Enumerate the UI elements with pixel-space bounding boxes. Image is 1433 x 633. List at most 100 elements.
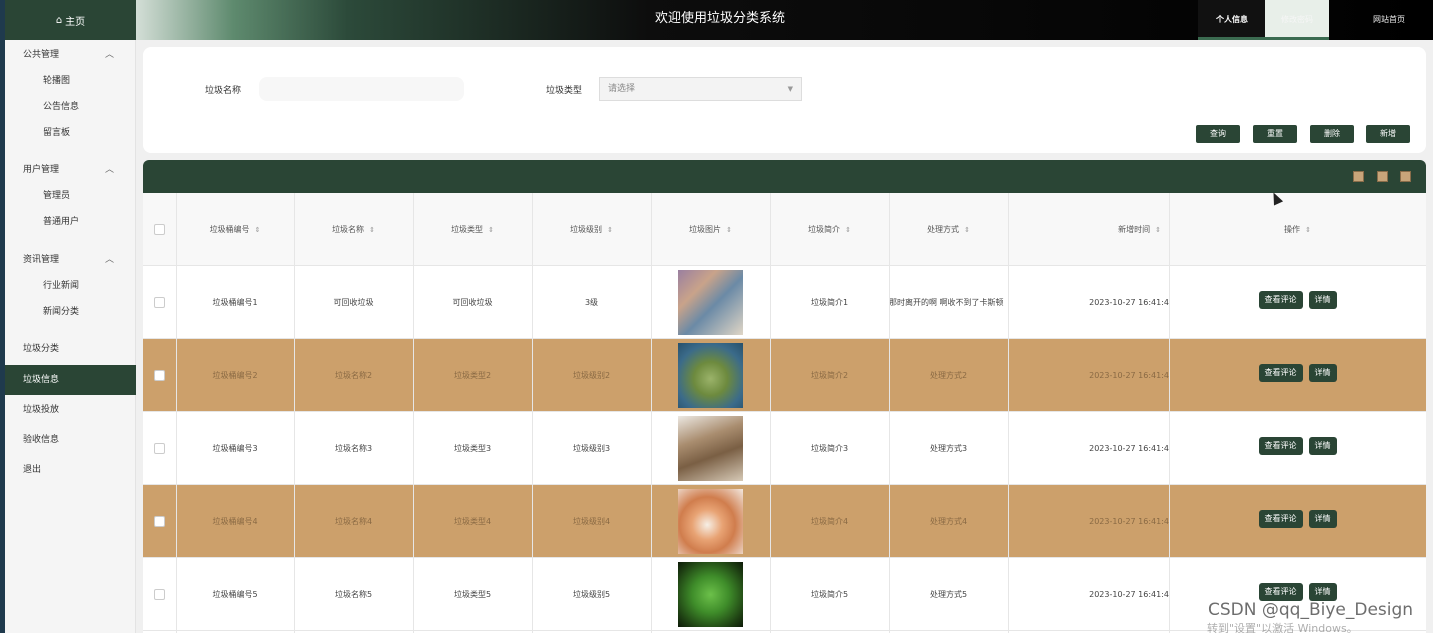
menu-title-news[interactable]: 资讯管理 ︿ [5,247,136,273]
nav-change-password[interactable]: 修改密码 [1265,0,1329,40]
row-checkbox[interactable] [154,589,165,600]
header-label: 垃圾级别 [570,225,603,234]
view-comments-button[interactable]: 查看评论 [1258,291,1303,309]
print-icon[interactable] [1400,171,1411,182]
cell-type: 垃圾类型4 [453,517,492,526]
column-divider [413,193,414,633]
column-divider [651,193,652,633]
cell-method: 那时离开的啊 啊收不到了卡斯顿 [889,298,1004,307]
sidebar-item-news-category[interactable]: 新闻分类 [5,299,136,325]
sidebar-item-garbage-category[interactable]: 垃圾分类 [5,334,136,364]
details-button[interactable]: 详情 [1308,291,1337,309]
view-comments-button[interactable]: 查看评论 [1258,364,1303,382]
row-checkbox-cell [143,266,176,339]
garbage-thumbnail[interactable] [678,270,743,335]
home-icon: ⌂ [55,14,63,26]
home-label: 主页 [65,16,86,28]
delete-button[interactable]: 删除 [1310,125,1354,143]
cell-image [651,558,770,631]
garbage-thumbnail[interactable] [678,562,743,627]
cell-intro: 垃圾简介1 [810,298,849,307]
home-logo[interactable]: ⌂ 主页 [5,0,136,40]
garbage-type-select[interactable]: 请选择 ▼ [599,77,802,101]
data-table: 垃圾桶编号 ⇕ 垃圾名称 ⇕ 垃圾类型 ⇕ 垃圾级别 ⇕ 垃圾图片 ⇕ 垃圾简介 ⇕ 处理方… [143,193,1426,633]
sidebar-item-acceptance[interactable]: 验收信息 [5,425,136,455]
cell-image [651,412,770,485]
sort-icon: ⇕ [254,225,261,234]
add-button[interactable]: 新增 [1366,125,1410,143]
csdn-watermark: CSDN @qq_Biye_Design [1208,600,1414,620]
row-checkbox[interactable] [154,443,165,454]
column-header-time[interactable]: 新增时间 ⇕ [1008,193,1169,266]
column-header-image[interactable]: 垃圾图片 ⇕ [651,193,770,266]
column-header-method[interactable]: 处理方式 ⇕ [889,193,1008,266]
menu-title-label: 用户管理 [23,165,60,175]
row-checkbox-cell [143,558,176,631]
cell-method: 处理方式3 [929,444,968,453]
column-divider [532,193,533,633]
column-filter-icon[interactable] [1353,171,1364,182]
cell-level: 3级 [584,298,599,307]
reset-button[interactable]: 重置 [1253,125,1297,143]
table-row[interactable]: 垃圾桶编号3 垃圾名称3 垃圾类型3 垃圾级别3 垃圾简介3 处理方式3 2023-10-2… [143,412,1426,485]
row-checkbox[interactable] [154,297,165,308]
select-placeholder: 请选择 [608,84,636,94]
column-divider [889,193,890,633]
details-button[interactable]: 详情 [1308,510,1337,528]
cell-time: 2023-10-27 16:41:4 [1089,298,1169,307]
details-button[interactable]: 详情 [1308,583,1337,601]
garbage-name-input[interactable] [259,77,464,101]
column-header-actions[interactable]: 操作 ⇕ [1169,193,1426,266]
nav-personal-info[interactable]: 个人信息 [1198,0,1266,40]
view-comments-button[interactable]: 查看评论 [1258,510,1303,528]
sidebar-item-normal-user[interactable]: 普通用户 [5,209,136,235]
cell-time: 2023-10-27 16:41:4 [1089,371,1169,380]
cell-type: 可回收垃圾 [452,298,493,307]
details-button[interactable]: 详情 [1308,437,1337,455]
table-row[interactable]: 垃圾桶编号1 可回收垃圾 可回收垃圾 3级 垃圾简介1 那时离开的啊 啊收不到了卡斯顿 20… [143,266,1426,339]
windows-activation-watermark: 转到"设置"以激活 Windows。 [1207,622,1358,633]
column-header-intro[interactable]: 垃圾简介 ⇕ [770,193,889,266]
sidebar-item-admin[interactable]: 管理员 [5,183,136,209]
table-row[interactable]: 垃圾桶编号4 垃圾名称4 垃圾类型4 垃圾级别4 垃圾简介4 处理方式4 2023-10-2… [143,485,1426,558]
row-checkbox[interactable] [154,516,165,527]
sidebar-item-industry-news[interactable]: 行业新闻 [5,273,136,299]
menu-title-label: 公共管理 [23,50,60,60]
sidebar-item-logout[interactable]: 退出 [5,455,136,485]
column-header-type[interactable]: 垃圾类型 ⇕ [413,193,532,266]
sort-icon: ⇕ [1155,225,1161,234]
garbage-thumbnail[interactable] [678,343,743,408]
sidebar-item-carousel[interactable]: 轮播图 [5,68,136,94]
cell-intro: 垃圾简介2 [810,371,849,380]
menu-title-users[interactable]: 用户管理 ︿ [5,157,136,183]
search-panel: 垃圾名称 垃圾类型 请选择 ▼ 查询 重置 删除 新增 [143,47,1426,153]
cell-time: 2023-10-27 16:41:4 [1089,517,1169,526]
table-header-row: 垃圾桶编号 ⇕ 垃圾名称 ⇕ 垃圾类型 ⇕ 垃圾级别 ⇕ 垃圾图片 ⇕ 垃圾简介 ⇕ 处理方… [143,193,1426,266]
column-header-name[interactable]: 垃圾名称 ⇕ [294,193,413,266]
cell-level: 垃圾级别4 [572,517,611,526]
sidebar-item-notice[interactable]: 公告信息 [5,94,136,120]
nav-site-home[interactable]: 网站首页 [1355,0,1423,40]
cell-type: 垃圾类型5 [453,590,492,599]
column-header-level[interactable]: 垃圾级别 ⇕ [532,193,651,266]
query-button[interactable]: 查询 [1196,125,1240,143]
select-all-checkbox[interactable] [154,224,165,235]
column-header-bin-no[interactable]: 垃圾桶编号 ⇕ [176,193,294,266]
row-checkbox[interactable] [154,370,165,381]
table-row[interactable]: 垃圾桶编号2 垃圾名称2 垃圾类型2 垃圾级别2 垃圾简介2 处理方式2 2023-10-2… [143,339,1426,412]
cell-type: 垃圾类型2 [453,371,492,380]
sidebar-item-messages[interactable]: 留言板 [5,120,136,146]
menu-title-public[interactable]: 公共管理 ︿ [5,42,136,68]
sidebar-item-garbage-drop[interactable]: 垃圾投放 [5,395,136,425]
garbage-thumbnail[interactable] [678,416,743,481]
garbage-thumbnail[interactable] [678,489,743,554]
export-icon[interactable] [1377,171,1388,182]
cell-time: 2023-10-27 16:41:4 [1089,444,1169,453]
view-comments-button[interactable]: 查看评论 [1258,437,1303,455]
view-comments-button[interactable]: 查看评论 [1258,583,1303,601]
sort-icon: ⇕ [964,225,970,234]
column-divider [770,193,771,633]
sidebar-item-garbage-info[interactable]: 垃圾信息 [5,365,136,395]
menu-group-public: 公共管理 ︿ 轮播图 公告信息 留言板 [5,42,136,146]
details-button[interactable]: 详情 [1308,364,1337,382]
